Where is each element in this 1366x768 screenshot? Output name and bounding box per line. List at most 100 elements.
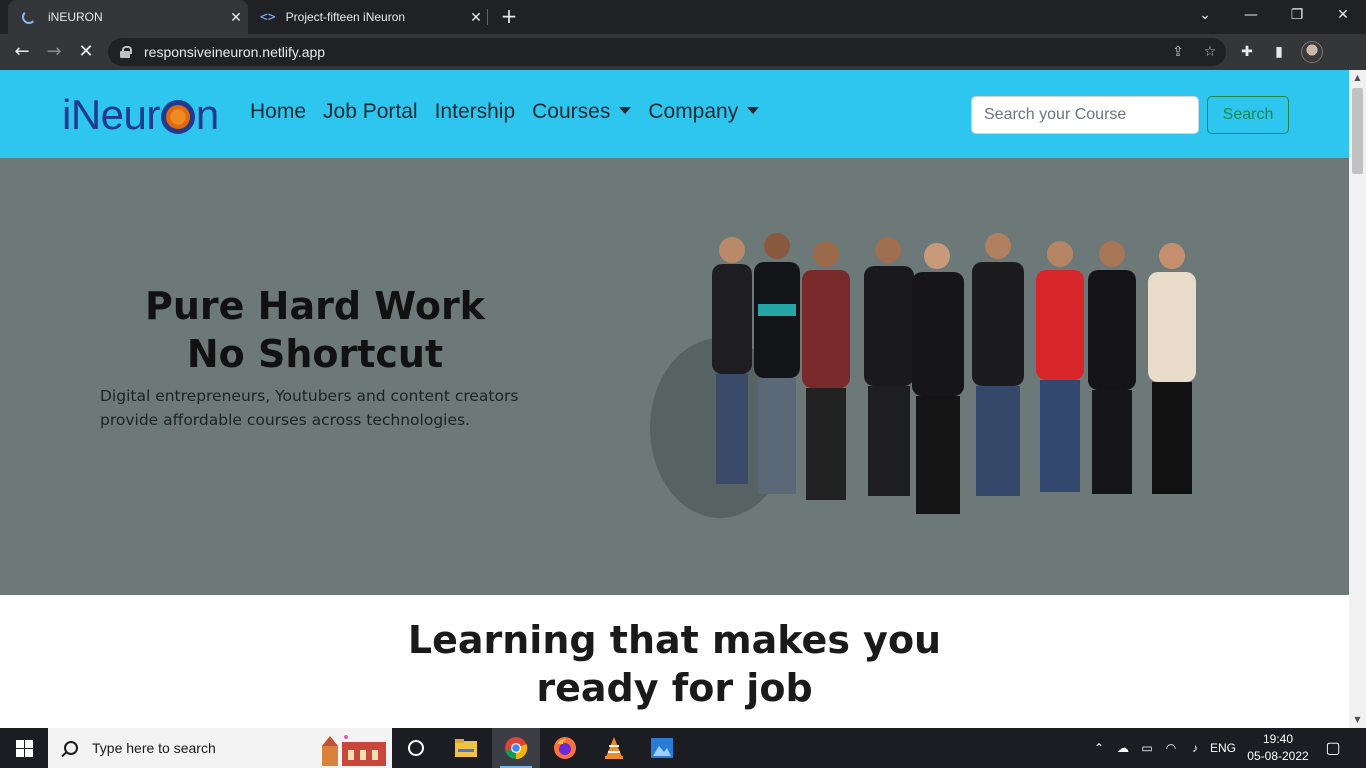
search-highlight-illustration-icon	[322, 735, 386, 766]
share-icon[interactable]: ⇪	[1162, 44, 1194, 60]
clock-date: 05-08-2022	[1247, 749, 1309, 763]
tab-title: Project-fifteen iNeuron	[285, 10, 406, 24]
show-hidden-icons-chevron-icon[interactable]: ⌃	[1090, 728, 1108, 768]
back-button[interactable]: ←	[10, 40, 34, 64]
scrollbar-thumb[interactable]	[1352, 88, 1363, 174]
tab-search-icon[interactable]: ⌄	[1182, 0, 1228, 34]
team-photo	[650, 233, 1196, 518]
notifications-icon[interactable]: ▢	[1318, 728, 1348, 768]
nav-company-label: Company	[648, 100, 739, 123]
tab-close-icon[interactable]: ✕	[224, 9, 248, 26]
taskbar-search-placeholder: Type here to search	[92, 740, 216, 756]
team-member	[972, 233, 1024, 496]
team-member	[712, 237, 752, 484]
logo-o-icon	[160, 100, 195, 134]
section-title-line2: ready for job	[536, 666, 813, 710]
web-page: iNeur n Home Job Portal Intership Courses…	[0, 70, 1349, 728]
team-member	[864, 237, 914, 496]
firefox-icon	[554, 737, 576, 759]
bookmark-star-icon[interactable]: ☆	[1194, 44, 1226, 60]
ineuron-logo[interactable]: iNeur n	[62, 91, 219, 138]
stop-loading-button[interactable]: ✕	[74, 40, 98, 64]
chrome-button[interactable]	[492, 728, 540, 768]
task-view-icon	[408, 740, 424, 756]
extensions-icon[interactable]: ✚	[1237, 42, 1257, 62]
nav-courses-dropdown[interactable]: Courses	[532, 100, 632, 124]
tab-close-icon[interactable]: ✕	[464, 9, 488, 26]
caret-down-icon	[619, 106, 632, 114]
scroll-down-arrow-icon[interactable]: ▼	[1349, 712, 1366, 728]
minimize-button[interactable]: —	[1228, 0, 1274, 34]
taskbar-search-box[interactable]: Type here to search	[48, 728, 392, 768]
chrome-icon	[505, 737, 528, 760]
nav-job-portal[interactable]: Job Portal	[323, 100, 418, 124]
url-text[interactable]: responsiveineuron.netlify.app	[144, 44, 1162, 60]
system-clock[interactable]: 19:40 05-08-2022	[1240, 731, 1316, 765]
hero-subtitle-line1: Digital entrepreneurs, Youtubers and con…	[100, 387, 519, 405]
tab-ineuron[interactable]: iNEURON ✕	[8, 0, 248, 34]
logo-text: iNeur	[62, 91, 160, 138]
page-scrollbar[interactable]: ▲ ▼	[1349, 70, 1366, 728]
nav-courses-label: Courses	[532, 100, 611, 123]
clock-time: 19:40	[1262, 732, 1294, 746]
hero-subtitle: Digital entrepreneurs, Youtubers and con…	[100, 384, 550, 432]
hero-title-line2: No Shortcut	[186, 332, 444, 376]
photos-icon	[651, 738, 673, 758]
caret-down-icon	[747, 106, 760, 114]
loading-spinner-icon	[22, 10, 36, 24]
vlc-icon	[605, 737, 623, 759]
nav-intership[interactable]: Intership	[435, 100, 516, 124]
windows-logo-icon	[16, 749, 24, 757]
team-member	[754, 233, 800, 494]
profile-avatar[interactable]	[1301, 41, 1323, 63]
scroll-up-arrow-icon[interactable]: ▲	[1349, 70, 1366, 86]
hero-title-line1: Pure Hard Work	[145, 284, 485, 328]
course-search-input[interactable]	[971, 96, 1199, 134]
nav-links: Home Job Portal Intership Courses Compan…	[250, 100, 776, 124]
start-button[interactable]	[0, 728, 48, 768]
team-member	[1088, 241, 1136, 494]
wifi-icon[interactable]: ◠	[1160, 728, 1182, 768]
hero-section: Pure Hard Work No Shortcut Digital entre…	[0, 158, 1349, 595]
side-panel-icon[interactable]: ▮	[1269, 42, 1289, 62]
section-title-line1: Learning that makes you	[407, 618, 942, 662]
site-navbar: iNeur n Home Job Portal Intership Courses…	[0, 70, 1349, 158]
new-tab-button[interactable]: +	[498, 5, 520, 27]
team-member	[912, 243, 964, 514]
team-member	[1036, 241, 1084, 492]
task-view-button[interactable]	[392, 728, 440, 768]
section-title: Learning that makes you ready for job	[0, 616, 1349, 712]
windows-logo-icon	[25, 740, 33, 748]
team-member	[802, 241, 850, 500]
code-icon: <>	[260, 9, 276, 25]
battery-icon[interactable]: ▭	[1136, 728, 1158, 768]
vlc-button[interactable]	[590, 728, 638, 768]
lock-icon[interactable]	[120, 46, 132, 58]
nav-company-dropdown[interactable]: Company	[648, 100, 760, 124]
onedrive-cloud-icon[interactable]: ☁	[1112, 728, 1134, 768]
logo-text-end: n	[195, 91, 219, 138]
hero-title: Pure Hard Work No Shortcut	[100, 282, 530, 378]
hero-subtitle-line2: provide affordable courses across techno…	[100, 411, 471, 429]
file-explorer-icon	[455, 739, 477, 757]
team-member	[1148, 243, 1196, 494]
nav-home[interactable]: Home	[250, 100, 306, 124]
tab-project-fifteen[interactable]: <> Project-fifteen iNeuron ✕	[250, 0, 488, 34]
forward-button[interactable]: →	[42, 40, 66, 64]
search-icon	[64, 741, 78, 755]
windows-taskbar: Type here to search ⌃ ☁ ▭ ◠ ♪ ENG 19:40 …	[0, 728, 1366, 768]
volume-icon[interactable]: ♪	[1184, 728, 1206, 768]
file-explorer-button[interactable]	[442, 728, 490, 768]
windows-logo-icon	[16, 740, 24, 748]
tab-separator	[487, 9, 488, 25]
windows-logo-icon	[25, 749, 33, 757]
photos-button[interactable]	[638, 728, 686, 768]
firefox-button[interactable]	[541, 728, 589, 768]
tab-title: iNEURON	[48, 10, 103, 24]
language-indicator[interactable]: ENG	[1208, 728, 1238, 768]
address-bar[interactable]: responsiveineuron.netlify.app ⇪ ☆	[108, 38, 1226, 66]
close-window-button[interactable]: ✕	[1320, 0, 1366, 34]
search-button[interactable]: Search	[1207, 96, 1289, 134]
browser-toolbar: ← → ✕ responsiveineuron.netlify.app ⇪ ☆ …	[0, 34, 1366, 70]
restore-button[interactable]: ❐	[1274, 0, 1320, 34]
